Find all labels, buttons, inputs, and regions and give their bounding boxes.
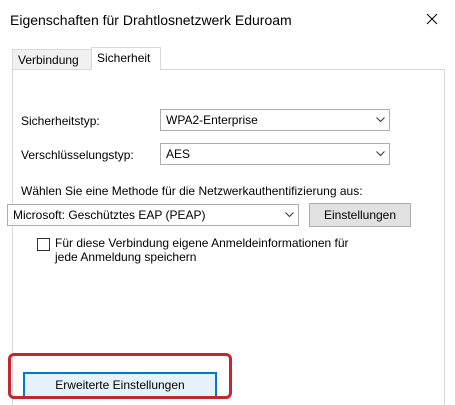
auth-method-select[interactable]: Microsoft: Geschütztes EAP (PEAP)	[7, 204, 299, 226]
chevron-down-icon	[284, 212, 294, 218]
security-type-label: Sicherheitstyp:	[21, 114, 100, 128]
auth-method-label: Wählen Sie eine Methode für die Netzwerk…	[21, 184, 363, 198]
close-button[interactable]	[409, 0, 455, 38]
encryption-type-label: Verschlüsselungstyp:	[21, 148, 134, 162]
security-panel: Sicherheitstyp: WPA2-Enterprise Verschlü…	[7, 69, 445, 405]
remember-credentials-text: Für diese Verbindung eigene Anmeldeinfor…	[55, 236, 425, 264]
title-bar: Eigenschaften für Drahtlosnetzwerk Eduro…	[0, 0, 455, 40]
encryption-type-value: AES	[166, 147, 191, 161]
close-icon	[426, 13, 438, 25]
security-type-value: WPA2-Enterprise	[166, 113, 258, 127]
tab-verbindung[interactable]: Verbindung	[12, 49, 92, 69]
encryption-type-select[interactable]: AES	[160, 143, 390, 165]
security-type-select[interactable]: WPA2-Enterprise	[160, 109, 390, 131]
settings-button[interactable]: Einstellungen	[309, 203, 411, 227]
chevron-down-icon	[375, 117, 385, 123]
tab-sicherheit[interactable]: Sicherheit	[91, 47, 161, 70]
chevron-down-icon	[375, 151, 385, 157]
remember-credentials-line2: jede Anmeldung speichern	[55, 250, 197, 264]
remember-credentials-checkbox[interactable]	[37, 238, 50, 251]
auth-method-value: Microsoft: Geschütztes EAP (PEAP)	[13, 208, 206, 222]
advanced-settings-button[interactable]: Erweiterte Einstellungen	[23, 372, 217, 398]
window-title: Eigenschaften für Drahtlosnetzwerk Eduro…	[10, 12, 292, 28]
remember-credentials-line1: Für diese Verbindung eigene Anmeldeinfor…	[55, 236, 349, 250]
